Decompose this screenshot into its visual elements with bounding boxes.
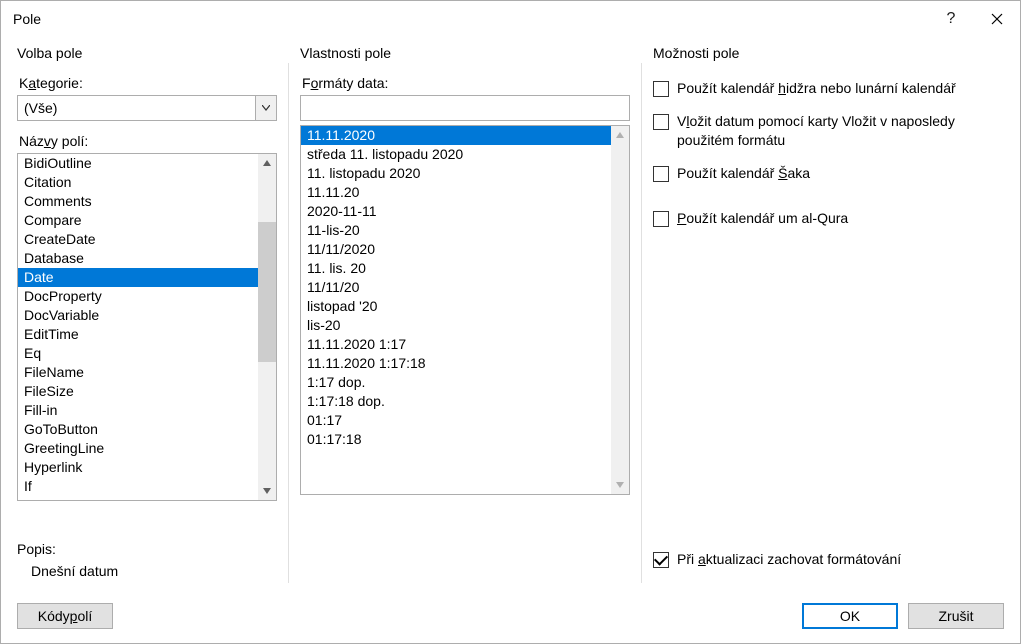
option-umalqura-label: Použít kalendář um al-Qura bbox=[677, 209, 848, 228]
chevron-down-icon bbox=[263, 488, 271, 494]
fieldnames-listbox[interactable]: BidiOutlineCitationCommentsCompareCreate… bbox=[17, 153, 277, 501]
list-item[interactable]: DocProperty bbox=[18, 287, 258, 306]
scroll-thumb[interactable] bbox=[258, 222, 276, 362]
list-item[interactable]: EditTime bbox=[18, 325, 258, 344]
option-saka-label: Použít kalendář Šaka bbox=[677, 164, 810, 183]
scroll-down-button[interactable] bbox=[258, 482, 276, 500]
list-item[interactable]: BidiOutline bbox=[18, 154, 258, 173]
list-item[interactable]: 01:17:18 bbox=[301, 430, 611, 449]
scroll-up-button[interactable] bbox=[611, 126, 629, 144]
close-icon bbox=[991, 13, 1003, 25]
formats-label: Formáty data: bbox=[302, 75, 630, 91]
list-item[interactable]: If bbox=[18, 477, 258, 496]
list-item[interactable]: FileName bbox=[18, 363, 258, 382]
checkbox-icon bbox=[653, 114, 669, 130]
description: Popis: Dnešní datum bbox=[17, 541, 118, 579]
chevron-down-icon bbox=[616, 482, 624, 488]
divider bbox=[288, 63, 289, 583]
list-item[interactable]: Database bbox=[18, 249, 258, 268]
list-item[interactable]: 11.11.2020 1:17 bbox=[301, 335, 611, 354]
list-item[interactable]: listopad '20 bbox=[301, 297, 611, 316]
chevron-down-icon bbox=[262, 105, 270, 111]
checkbox-icon bbox=[653, 166, 669, 182]
format-input[interactable] bbox=[300, 95, 630, 121]
category-value: (Vše) bbox=[18, 96, 255, 120]
section-header-left: Volba pole bbox=[17, 45, 277, 61]
list-item[interactable]: DocVariable bbox=[18, 306, 258, 325]
list-item[interactable]: Compare bbox=[18, 211, 258, 230]
list-item[interactable]: 11.11.2020 bbox=[301, 126, 611, 145]
list-item[interactable]: Eq bbox=[18, 344, 258, 363]
list-item[interactable]: 01:17 bbox=[301, 411, 611, 430]
formats-scrollbar[interactable] bbox=[611, 126, 629, 494]
checkbox-checked-icon bbox=[653, 552, 669, 568]
scroll-up-button[interactable] bbox=[258, 154, 276, 172]
list-item[interactable]: 11/11/2020 bbox=[301, 240, 611, 259]
list-item[interactable]: 11.11.20 bbox=[301, 183, 611, 202]
list-item[interactable]: Hyperlink bbox=[18, 458, 258, 477]
category-combobox[interactable]: (Vše) bbox=[17, 95, 277, 121]
section-field-properties: Vlastnosti pole Formáty data: 11.11.2020… bbox=[300, 45, 630, 583]
category-dropdown-button[interactable] bbox=[255, 96, 276, 120]
option-insert-label: Vložit datum pomocí karty Vložit v napos… bbox=[677, 112, 1004, 150]
option-preserve-label: Při aktualizaci zachovat formátování bbox=[677, 550, 901, 569]
list-item[interactable]: středa 11. listopadu 2020 bbox=[301, 145, 611, 164]
option-insert[interactable]: Vložit datum pomocí karty Vložit v napos… bbox=[653, 112, 1004, 150]
list-item[interactable]: Date bbox=[18, 268, 258, 287]
field-codes-button[interactable]: Kódy polí bbox=[17, 603, 113, 629]
option-saka[interactable]: Použít kalendář Šaka bbox=[653, 164, 1004, 183]
list-item[interactable]: GreetingLine bbox=[18, 439, 258, 458]
option-hijri-label: Použít kalendář hidžra nebo lunární kale… bbox=[677, 79, 956, 98]
help-button[interactable]: ? bbox=[928, 1, 974, 37]
list-item[interactable]: 11/11/20 bbox=[301, 278, 611, 297]
option-hijri[interactable]: Použít kalendář hidžra nebo lunární kale… bbox=[653, 79, 1004, 98]
chevron-up-icon bbox=[616, 132, 624, 138]
formats-listbox[interactable]: 11.11.2020středa 11. listopadu 202011. l… bbox=[300, 125, 630, 495]
list-item[interactable]: GoToButton bbox=[18, 420, 258, 439]
scroll-track[interactable] bbox=[611, 144, 629, 476]
description-text: Dnešní datum bbox=[31, 563, 118, 579]
description-title: Popis: bbox=[17, 541, 118, 557]
option-preserve-formatting[interactable]: Při aktualizaci zachovat formátování bbox=[653, 550, 1004, 569]
scroll-track[interactable] bbox=[258, 172, 276, 482]
fieldnames-label: Názvy polí: bbox=[19, 133, 277, 149]
list-item[interactable]: CreateDate bbox=[18, 230, 258, 249]
scroll-down-button[interactable] bbox=[611, 476, 629, 494]
window-title: Pole bbox=[13, 11, 41, 27]
close-button[interactable] bbox=[974, 1, 1020, 37]
list-item[interactable]: 2020-11-11 bbox=[301, 202, 611, 221]
list-item[interactable]: lis-20 bbox=[301, 316, 611, 335]
section-field-choice: Volba pole Kategorie: (Vše) Názvy polí: … bbox=[17, 45, 277, 583]
list-item[interactable]: 11. lis. 20 bbox=[301, 259, 611, 278]
list-item[interactable]: 11.11.2020 1:17:18 bbox=[301, 354, 611, 373]
category-label: Kategorie: bbox=[19, 75, 277, 91]
list-item[interactable]: FileSize bbox=[18, 382, 258, 401]
section-header-right: Možnosti pole bbox=[653, 45, 1004, 61]
checkbox-icon bbox=[653, 81, 669, 97]
ok-button[interactable]: OK bbox=[802, 603, 898, 629]
list-item[interactable]: 11-lis-20 bbox=[301, 221, 611, 240]
chevron-up-icon bbox=[263, 160, 271, 166]
section-header-mid: Vlastnosti pole bbox=[300, 45, 630, 61]
titlebar: Pole ? bbox=[1, 1, 1020, 37]
list-item[interactable]: 1:17 dop. bbox=[301, 373, 611, 392]
section-field-options: Možnosti pole Použít kalendář hidžra neb… bbox=[653, 45, 1004, 583]
checkbox-icon bbox=[653, 211, 669, 227]
cancel-button[interactable]: Zrušit bbox=[908, 603, 1004, 629]
list-item[interactable]: Comments bbox=[18, 192, 258, 211]
option-umalqura[interactable]: Použít kalendář um al-Qura bbox=[653, 209, 1004, 228]
divider bbox=[641, 63, 642, 583]
list-item[interactable]: 1:17:18 dop. bbox=[301, 392, 611, 411]
fieldnames-scrollbar[interactable] bbox=[258, 154, 276, 500]
list-item[interactable]: Fill-in bbox=[18, 401, 258, 420]
list-item[interactable]: 11. listopadu 2020 bbox=[301, 164, 611, 183]
list-item[interactable]: Citation bbox=[18, 173, 258, 192]
